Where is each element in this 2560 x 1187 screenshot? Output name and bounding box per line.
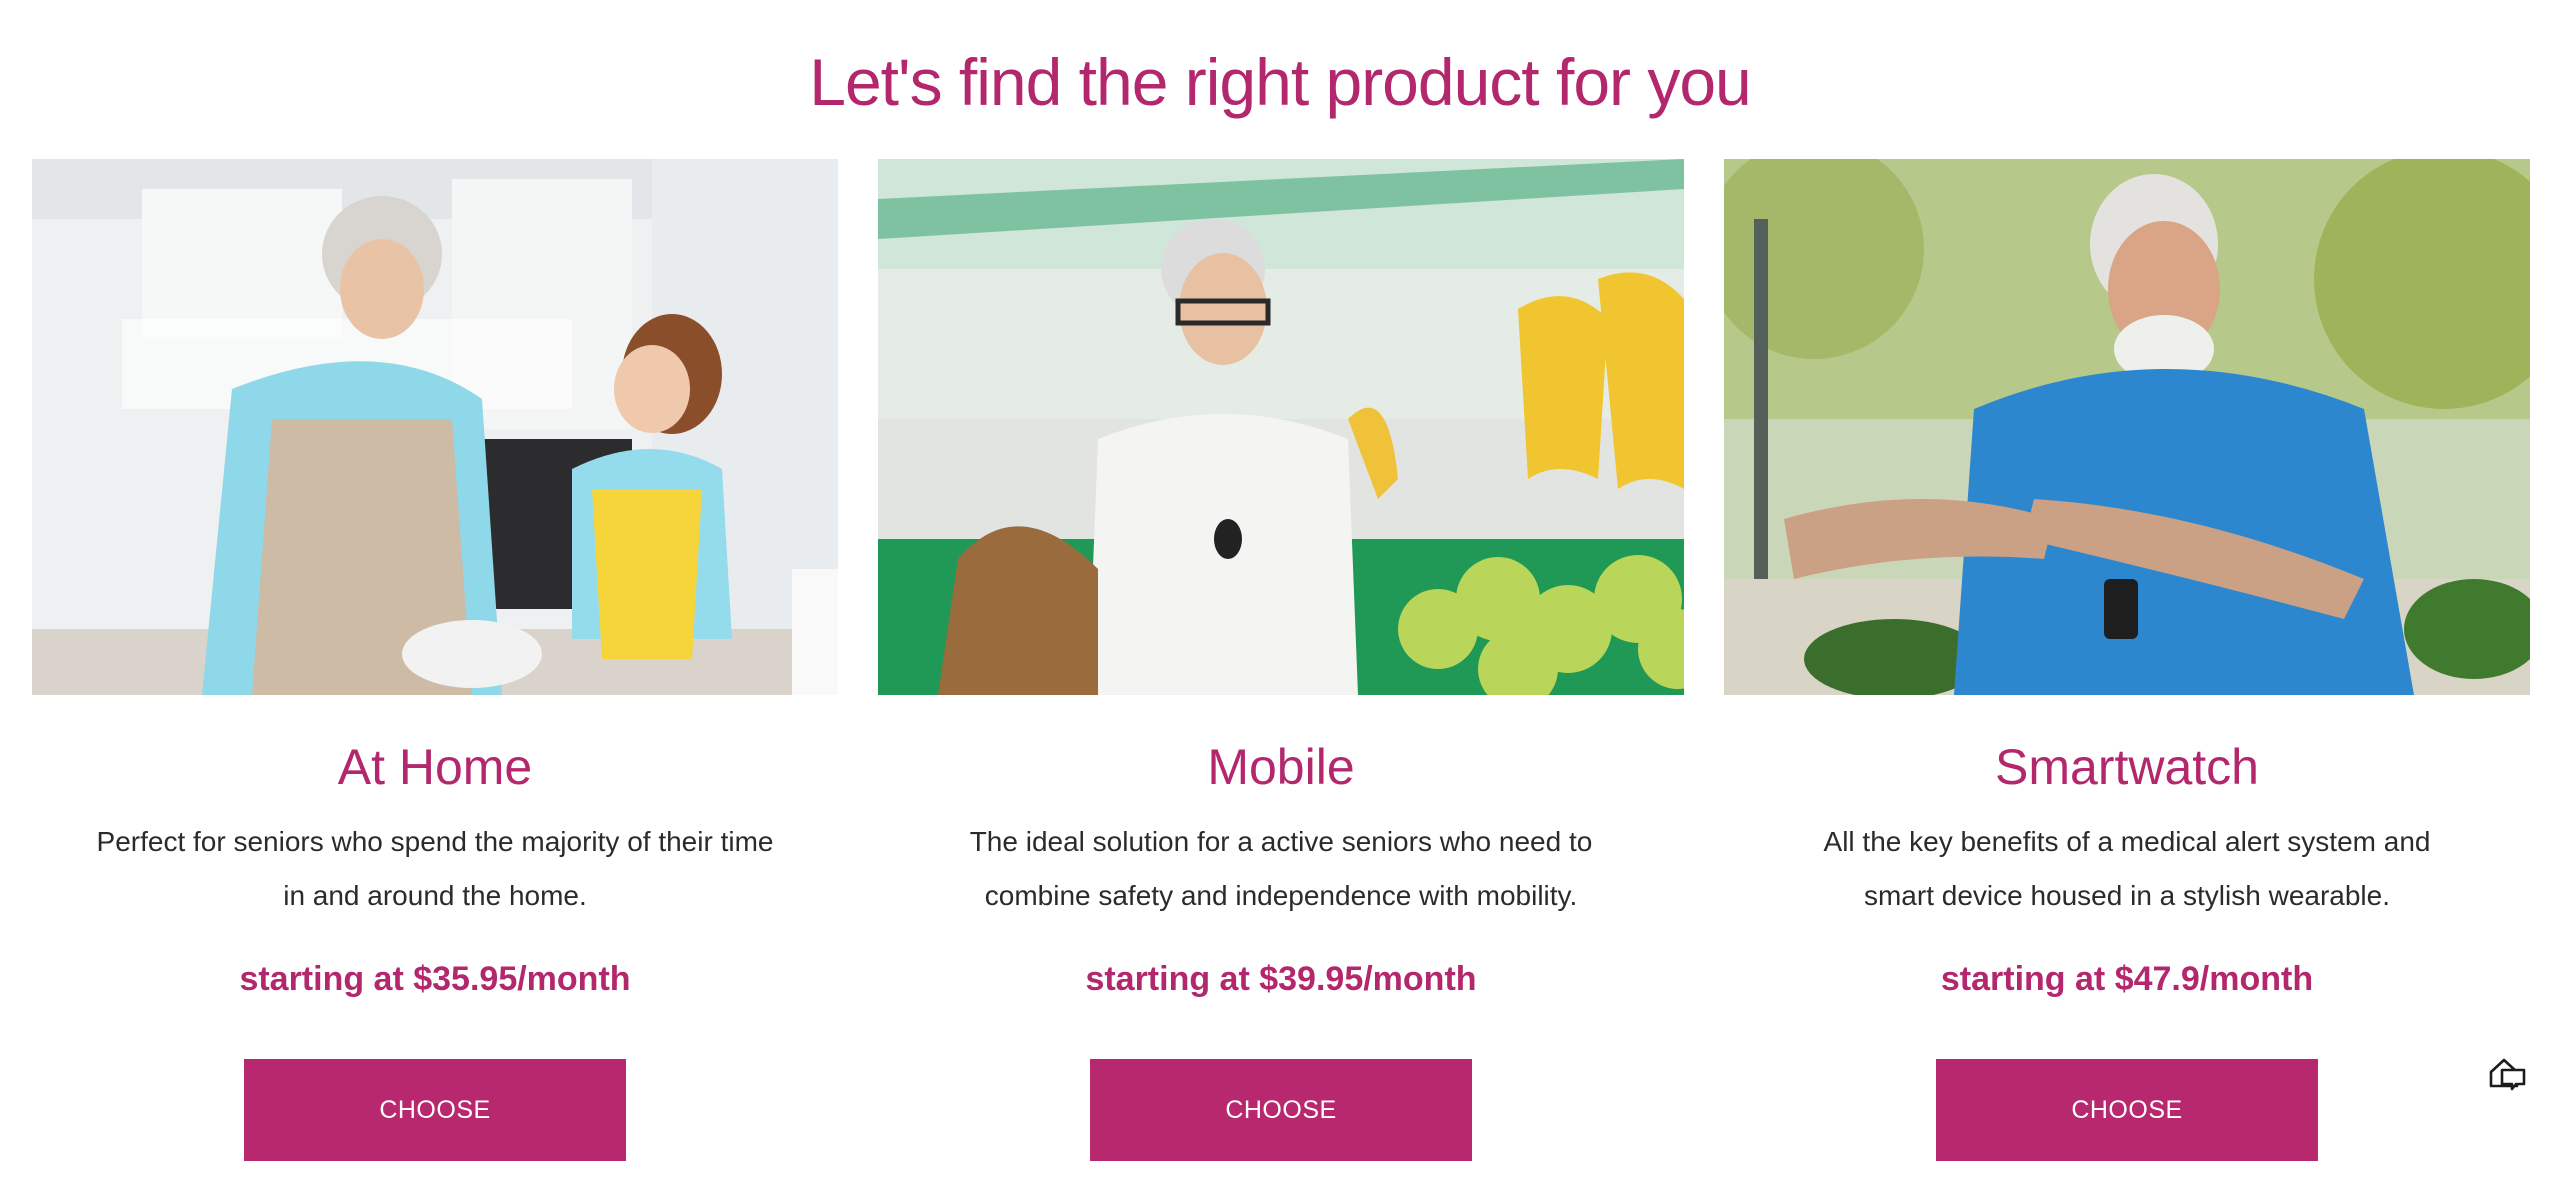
choose-button-smartwatch[interactable]: CHOOSE [1936,1059,2318,1161]
page-title: Let's find the right product for you [809,45,1752,119]
product-price: starting at $39.95/month [1085,960,1477,998]
product-description: Perfect for seniors who spend the majori… [96,826,774,911]
choose-button-mobile[interactable]: CHOOSE [1090,1059,1472,1161]
product-image-at-home [32,159,838,695]
choose-button-at-home[interactable]: CHOOSE [244,1059,626,1161]
product-card-mobile: Mobile The ideal solution for a active s… [878,159,1684,1161]
product-price: starting at $47.9/month [1940,960,2314,998]
product-title: Mobile [1207,739,1355,795]
home-chat-icon[interactable] [2486,1052,2528,1094]
product-price: starting at $35.95/month [239,960,631,998]
product-description: All the key benefits of a medical alert … [1823,826,2431,911]
product-title: At Home [337,739,533,795]
product-image-mobile [878,159,1684,695]
product-description: The ideal solution for a active seniors … [969,826,1593,911]
product-image-smartwatch [1724,159,2530,695]
product-card-smartwatch: Smartwatch All the key benefits of a med… [1724,159,2530,1161]
product-title: Smartwatch [1995,739,2259,795]
product-card-at-home: At Home Perfect for seniors who spend th… [32,159,838,1161]
